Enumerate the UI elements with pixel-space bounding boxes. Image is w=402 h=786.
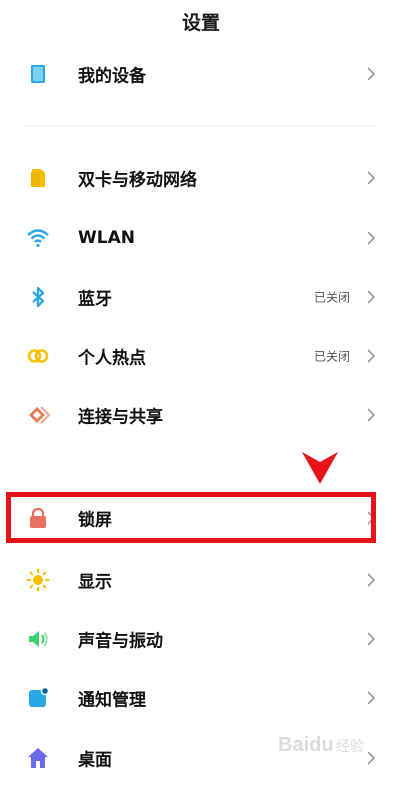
settings-item-connect-share[interactable]: 连接与共享 xyxy=(0,387,402,443)
settings-item-label: 个人热点 xyxy=(78,348,146,369)
chevron-right-icon xyxy=(366,230,376,246)
settings-item-label: 显示 xyxy=(78,572,112,593)
baidu-watermark: Baidu 经验 xyxy=(278,722,398,772)
connection-share-icon xyxy=(26,403,50,427)
chevron-right-icon xyxy=(366,348,376,364)
settings-item-label: 声音与振动 xyxy=(78,631,163,652)
settings-item-sim-network[interactable]: 双卡与移动网络 xyxy=(0,150,402,206)
wifi-icon xyxy=(26,226,50,250)
notification-icon xyxy=(26,686,50,710)
chevron-right-icon xyxy=(366,407,376,423)
chevron-right-icon xyxy=(366,289,376,305)
settings-item-label: 连接与共享 xyxy=(78,407,163,428)
settings-item-label: 蓝牙 xyxy=(78,289,112,310)
device-icon xyxy=(26,62,50,86)
settings-item-bluetooth[interactable]: 蓝牙 已关闭 xyxy=(0,269,402,325)
settings-item-label: 桌面 xyxy=(78,750,112,771)
settings-item-label: 我的设备 xyxy=(78,66,146,87)
settings-item-hotspot[interactable]: 个人热点 已关闭 xyxy=(0,328,402,384)
watermark-brand: Baidu xyxy=(278,734,334,756)
section-divider xyxy=(26,125,376,126)
hotspot-icon xyxy=(26,344,50,368)
settings-item-notifications[interactable]: 通知管理 xyxy=(0,670,402,726)
chevron-right-icon xyxy=(366,170,376,186)
settings-item-my-device[interactable]: 我的设备 xyxy=(0,46,402,102)
settings-item-display[interactable]: 显示 xyxy=(0,552,402,608)
highlight-box xyxy=(6,492,376,543)
chevron-right-icon xyxy=(366,66,376,82)
settings-item-label: WLAN xyxy=(78,228,135,248)
annotation-arrow-icon xyxy=(300,450,340,486)
settings-item-label: 通知管理 xyxy=(78,690,146,711)
settings-item-sound-vibration[interactable]: 声音与振动 xyxy=(0,611,402,667)
settings-item-label: 双卡与移动网络 xyxy=(78,170,197,191)
page-title: 设置 xyxy=(181,12,220,34)
speaker-icon xyxy=(26,627,50,651)
hotspot-status: 已关闭 xyxy=(313,349,350,364)
bluetooth-status: 已关闭 xyxy=(313,290,350,305)
chevron-right-icon xyxy=(366,631,376,647)
settings-item-wlan[interactable]: WLAN xyxy=(0,210,402,266)
chevron-right-icon xyxy=(366,690,376,706)
brightness-icon xyxy=(26,568,50,592)
home-icon xyxy=(26,746,50,770)
sim-card-icon xyxy=(26,166,50,190)
bluetooth-icon xyxy=(26,285,50,309)
watermark-sub: 经验 xyxy=(336,739,364,755)
chevron-right-icon xyxy=(366,572,376,588)
